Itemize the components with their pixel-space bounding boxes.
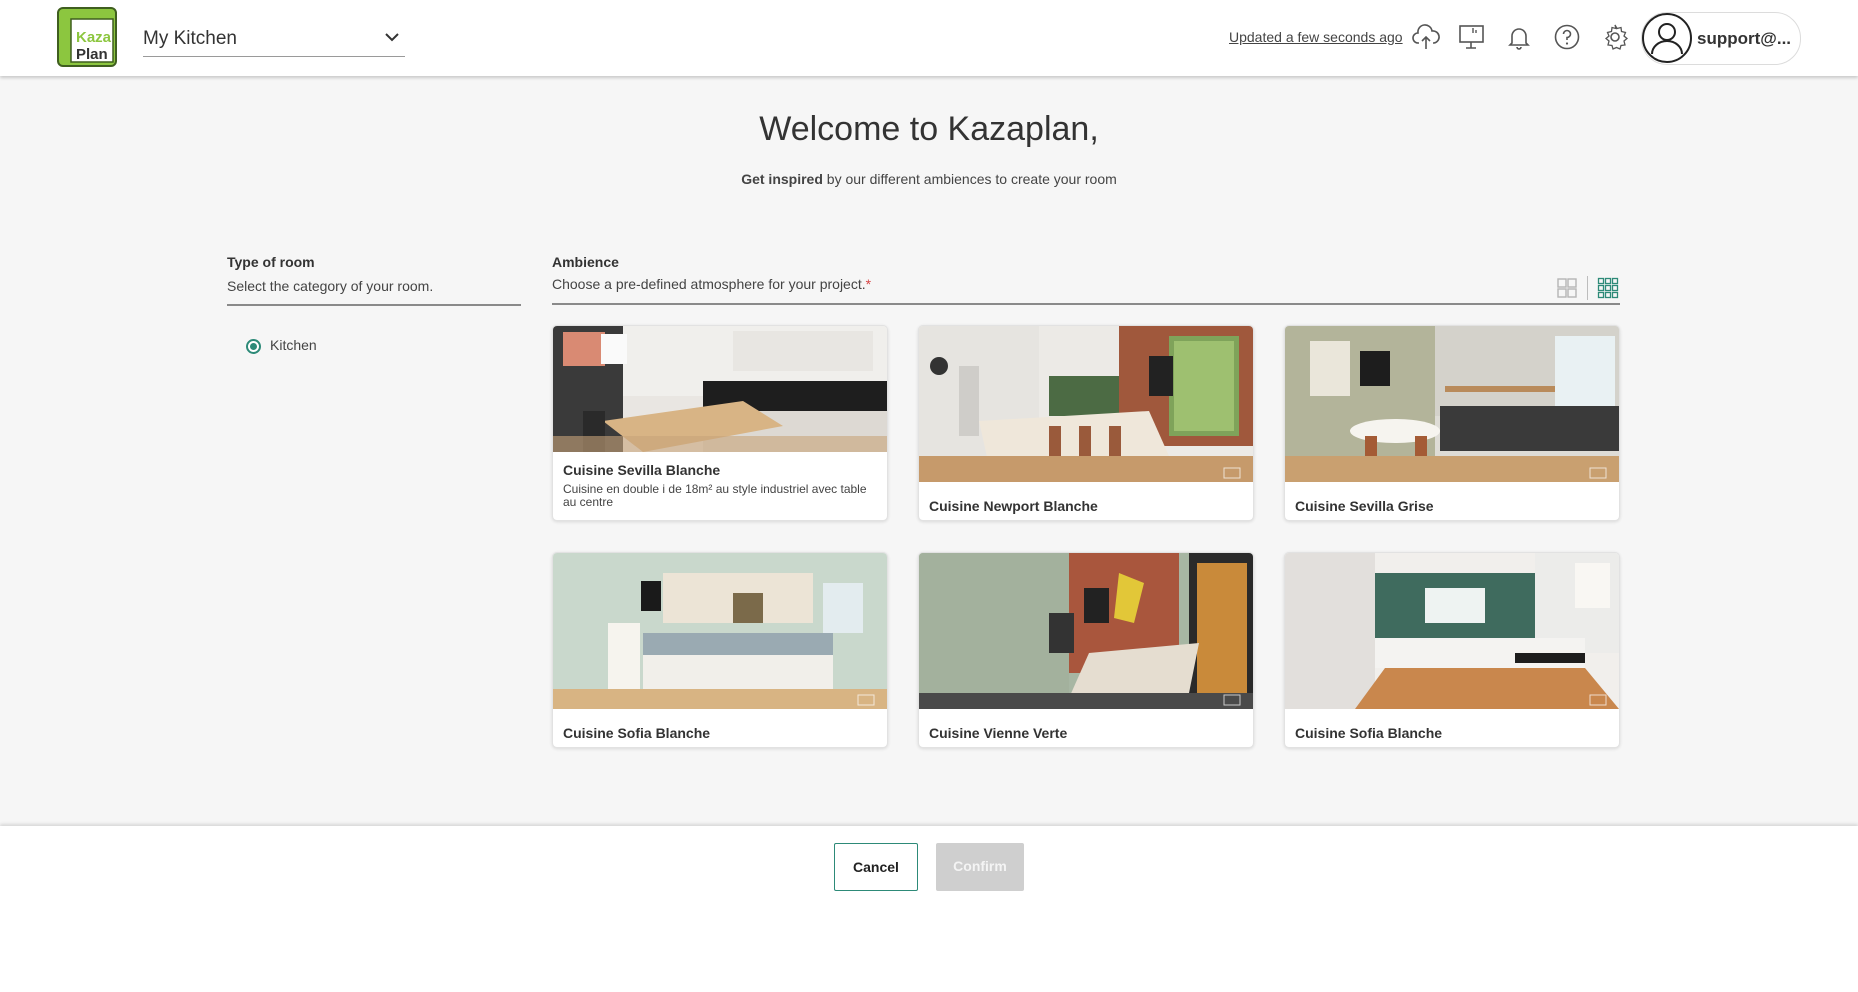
image-badge-icon xyxy=(1589,693,1607,706)
required-marker: * xyxy=(865,276,872,292)
project-name: My Kitchen xyxy=(143,28,237,49)
page-title: Welcome to Kazaplan, xyxy=(759,110,1099,148)
ambience-card-title: Cuisine Sofia Blanche xyxy=(563,725,711,741)
subtitle-text: by our different ambiences to create you… xyxy=(822,171,1117,187)
save-status-link[interactable]: Updated a few seconds ago xyxy=(1229,29,1403,45)
ambience-image xyxy=(1285,553,1619,709)
avatar-icon xyxy=(1642,13,1692,63)
ambience-card-sofia-blanche[interactable]: Cuisine Sofia Blanche xyxy=(552,552,888,748)
radio-selected-icon[interactable] xyxy=(246,339,261,354)
ambience-image xyxy=(919,553,1253,709)
svg-text:Kaza: Kaza xyxy=(76,29,112,46)
user-name: support@... xyxy=(1697,29,1792,48)
ambience-card-title: Cuisine Sofia Blanche xyxy=(1295,725,1443,741)
footer-bar: Cancel Confirm xyxy=(0,826,1858,992)
confirm-button[interactable]: Confirm xyxy=(936,843,1024,891)
chevron-down-icon xyxy=(383,28,401,46)
gear-icon[interactable] xyxy=(1600,22,1630,52)
ambience-description: Choose a pre-defined atmosphere for your… xyxy=(552,276,1620,305)
ambience-image xyxy=(1285,326,1619,482)
project-selector[interactable]: My Kitchen xyxy=(143,20,405,57)
image-badge-icon xyxy=(1589,466,1607,479)
room-option-label: Kitchen xyxy=(270,337,317,353)
ambience-description-text: Choose a pre-defined atmosphere for your… xyxy=(552,276,866,292)
ambience-card-title: Cuisine Sevilla Blanche xyxy=(563,462,721,478)
image-badge-icon xyxy=(1223,693,1241,706)
kazaplan-logo[interactable]: Kaza Plan xyxy=(57,7,119,68)
ambience-card-sevilla-blanche[interactable]: Cuisine Sevilla Blanche Cuisine en doubl… xyxy=(552,325,888,521)
ambience-card-title: Cuisine Newport Blanche xyxy=(929,498,1098,514)
cancel-button[interactable]: Cancel xyxy=(834,843,918,891)
ambience-card-newport-blanche[interactable]: Cuisine Newport Blanche xyxy=(918,325,1254,521)
subtitle-bold: Get inspired xyxy=(741,171,823,187)
image-badge-icon xyxy=(857,693,875,706)
room-type-heading: Type of room xyxy=(227,254,315,270)
view-toggle-divider xyxy=(1587,276,1588,300)
small-grid-view-icon[interactable] xyxy=(1597,277,1619,299)
ambience-heading: Ambience xyxy=(552,254,619,270)
ambience-image xyxy=(553,553,887,709)
svg-text:Plan: Plan xyxy=(76,46,108,63)
room-type-description: Select the category of your room. xyxy=(227,278,521,306)
ambience-card-description: Cuisine en double i de 18m² au style ind… xyxy=(563,482,867,509)
large-grid-view-icon[interactable] xyxy=(1556,277,1578,299)
ambience-card-title: Cuisine Sevilla Grise xyxy=(1295,498,1434,514)
bell-icon[interactable] xyxy=(1504,22,1534,52)
ambience-card-sofia-blanche-2[interactable]: Cuisine Sofia Blanche xyxy=(1284,552,1620,748)
top-bar: Kaza Plan My Kitchen Updated a few secon… xyxy=(0,0,1858,76)
image-badge-icon xyxy=(1223,466,1241,479)
help-icon[interactable] xyxy=(1552,22,1582,52)
cloud-upload-icon[interactable] xyxy=(1411,22,1441,52)
page-subtitle: Get inspired by our different ambiences … xyxy=(0,171,1858,187)
ambience-card-vienne-verte[interactable]: Cuisine Vienne Verte xyxy=(918,552,1254,748)
ambience-card-sevilla-grise[interactable]: Cuisine Sevilla Grise xyxy=(1284,325,1620,521)
ambience-image xyxy=(919,326,1253,482)
user-menu[interactable]: support@... xyxy=(1641,12,1801,65)
ambience-image xyxy=(553,326,887,452)
presentation-icon[interactable] xyxy=(1457,22,1487,52)
ambience-card-title: Cuisine Vienne Verte xyxy=(929,725,1068,741)
